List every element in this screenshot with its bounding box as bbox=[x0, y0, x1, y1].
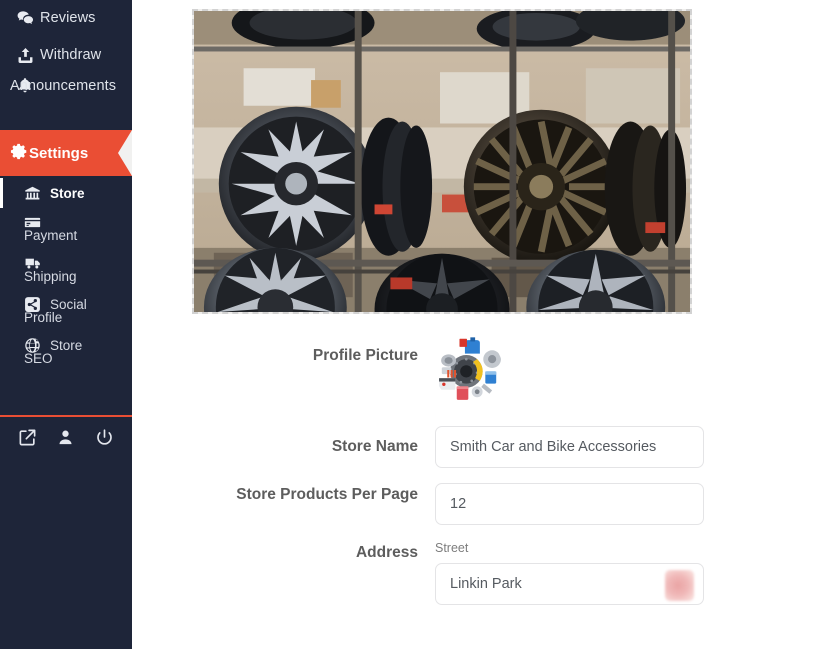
external-link-icon[interactable] bbox=[18, 428, 37, 447]
sidebar-item-label: Settings bbox=[29, 144, 89, 162]
user-icon[interactable] bbox=[56, 428, 75, 447]
input-value: 12 bbox=[450, 496, 467, 512]
field-address: Address Street Linkin Park bbox=[132, 541, 834, 605]
sidebar-item-social-profile[interactable]: Social Profile bbox=[0, 290, 132, 331]
field-label: Store Products Per Page bbox=[236, 486, 418, 503]
address-street-input[interactable]: Linkin Park bbox=[435, 563, 704, 605]
app-root: Reviews Withdraw Announcements Settings … bbox=[0, 0, 834, 649]
sidebar-subitem-label-2: SEO bbox=[24, 351, 53, 366]
sidebar-item-announcements[interactable]: Announcements bbox=[0, 76, 132, 124]
sidebar-item-store[interactable]: Store bbox=[0, 178, 132, 208]
field-store-name: Store Name Smith Car and Bike Accessorie… bbox=[132, 426, 834, 468]
sidebar-divider bbox=[0, 415, 132, 417]
sidebar-item-store-seo[interactable]: Store SEO bbox=[0, 331, 132, 372]
field-profile-picture: Profile Picture bbox=[132, 336, 834, 404]
store-settings-form: Profile Picture Store Name Smith Car and… bbox=[132, 336, 834, 605]
sidebar-item-label: Announcements bbox=[10, 78, 117, 94]
sidebar-bottom-icons bbox=[0, 420, 132, 454]
field-label: Store Name bbox=[331, 438, 418, 455]
sidebar-item-label: Reviews bbox=[40, 10, 96, 26]
store-name-input[interactable]: Smith Car and Bike Accessories bbox=[435, 426, 704, 468]
sidebar-subitem-label: Payment bbox=[24, 228, 78, 243]
banner-upload-area[interactable] bbox=[192, 9, 692, 314]
field-label: Address bbox=[355, 544, 418, 561]
sidebar-subnav: Store Payment Shipping Social Profile St… bbox=[0, 178, 132, 372]
bank-icon bbox=[24, 185, 50, 202]
sidebar-item-withdraw[interactable]: Withdraw bbox=[0, 37, 132, 73]
avatar[interactable] bbox=[435, 336, 503, 404]
sidebar: Reviews Withdraw Announcements Settings … bbox=[0, 0, 132, 649]
input-value: Smith Car and Bike Accessories bbox=[450, 439, 657, 455]
upload-icon bbox=[10, 46, 40, 65]
sidebar-item-shipping[interactable]: Shipping bbox=[0, 249, 132, 290]
input-value: Linkin Park bbox=[450, 576, 522, 592]
field-highlight-blob bbox=[665, 570, 694, 601]
sidebar-subitem-label: Store bbox=[50, 185, 85, 201]
sidebar-item-label: Withdraw bbox=[40, 47, 102, 63]
field-products-per-page: Store Products Per Page 12 bbox=[132, 483, 834, 525]
auto-parts-collage-avatar bbox=[435, 336, 503, 404]
gear-icon bbox=[10, 142, 29, 165]
active-pointer-notch bbox=[118, 130, 132, 176]
sidebar-item-settings[interactable]: Settings bbox=[0, 130, 132, 176]
products-per-page-input[interactable]: 12 bbox=[435, 483, 704, 525]
sidebar-subitem-label-2: Profile bbox=[24, 310, 63, 325]
address-street-sublabel: Street bbox=[435, 541, 469, 555]
comments-icon bbox=[10, 9, 40, 28]
sidebar-item-payment[interactable]: Payment bbox=[0, 208, 132, 249]
sidebar-item-reviews[interactable]: Reviews bbox=[0, 0, 132, 36]
main-content: Profile Picture Store Name Smith Car and… bbox=[132, 0, 834, 649]
sidebar-subitem-label: Shipping bbox=[24, 269, 77, 284]
power-icon[interactable] bbox=[95, 428, 114, 447]
store-banner-image bbox=[194, 11, 690, 312]
field-label: Profile Picture bbox=[312, 347, 418, 364]
